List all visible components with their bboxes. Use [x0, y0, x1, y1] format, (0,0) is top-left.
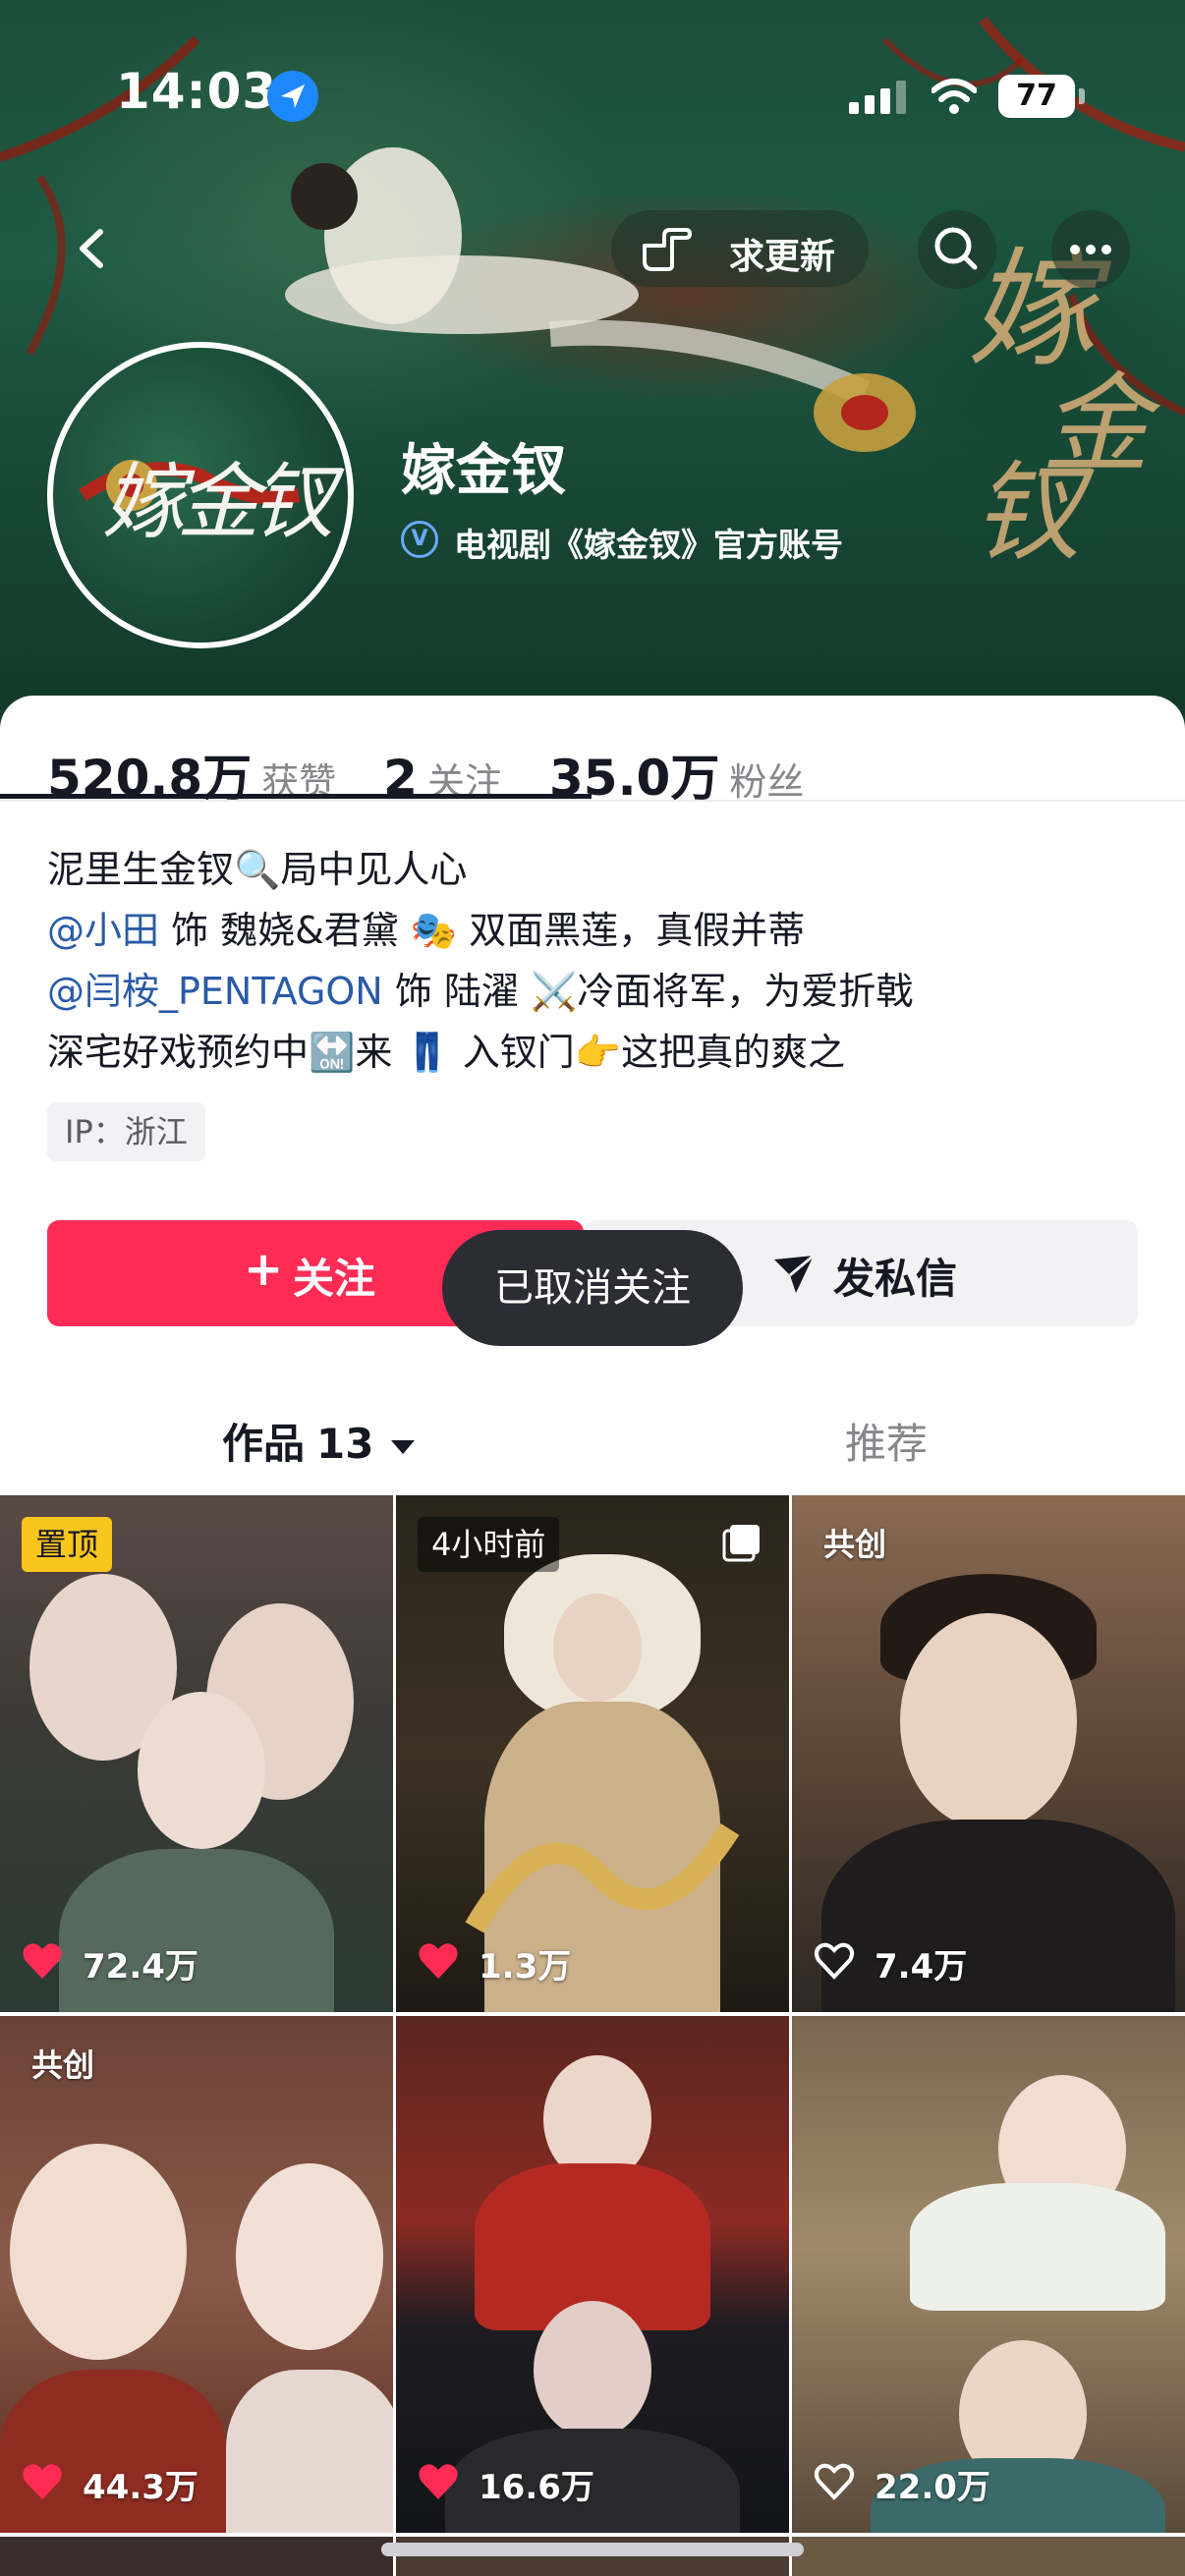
- home-indicator[interactable]: [381, 2543, 804, 2556]
- tab-recommend[interactable]: 推荐: [845, 1411, 928, 1471]
- heart-filled-icon: [23, 1943, 62, 1979]
- profile-banner: 嫁 金 钗 14:03 77 求更新 嫁金钗 嫁金钗 V 电视剧《嫁金钗》官方账…: [0, 0, 1185, 747]
- verified-badge-icon: V: [401, 521, 438, 558]
- thumbnail-figure: [553, 1594, 642, 1702]
- send-icon: [774, 1254, 815, 1293]
- thumbnail-figure: [10, 2144, 187, 2360]
- bio-line: @小田 饰 魏娆&君黛 🎭 双面黑莲，真假并蒂: [47, 900, 1148, 961]
- unfollow-toast: 已取消关注: [442, 1230, 743, 1346]
- caret-down-icon: [391, 1439, 416, 1454]
- thumbnail-figure: [910, 2183, 1165, 2311]
- thumbnail-figure: [138, 1692, 265, 1849]
- ellipsis-icon: [1070, 245, 1111, 254]
- search-icon: [934, 227, 978, 270]
- posted-time-badge: 4小时前: [418, 1517, 560, 1572]
- status-time: 14:03: [116, 63, 278, 120]
- video-tile[interactable]: 共创 7.4万: [792, 1495, 1185, 2012]
- like-number: 1.3万: [479, 1947, 572, 1987]
- profile-name: 嫁金钗: [401, 439, 566, 503]
- bio-text: 饰 陆濯 ⚔️冷面将军，为爱折戟: [382, 970, 914, 1013]
- video-grid: 置顶 72.4万 4小时前 1.3万 共创 7.4万 共创 44.3万 16.6…: [0, 1495, 1185, 2576]
- like-number: 44.3万: [83, 2468, 198, 2507]
- like-number: 16.6万: [479, 2468, 594, 2507]
- thumbnail-lettering: [465, 1823, 740, 1933]
- wifi-icon: [931, 79, 977, 114]
- battery-tip: [1079, 88, 1085, 104]
- video-tile[interactable]: [0, 2537, 393, 2576]
- video-tile[interactable]: 置顶 72.4万: [0, 1495, 393, 2012]
- status-bar: 14:03 77: [0, 0, 1185, 187]
- collab-badge: 共创: [31, 2046, 95, 2084]
- bio-line: 泥里生金钗🔍局中见人心: [47, 848, 468, 891]
- send-message-label: 发私信: [833, 1255, 958, 1303]
- bio-line: @闫桉_PENTAGON 饰 陆濯 ⚔️冷面将军，为爱折戟: [47, 961, 1148, 1022]
- search-button[interactable]: [918, 210, 996, 289]
- back-button[interactable]: [59, 214, 128, 283]
- video-tile[interactable]: 共创 44.3万: [0, 2016, 393, 2533]
- mention-link[interactable]: @小田: [47, 909, 159, 952]
- verification-text: 电视剧《嫁金钗》官方账号: [454, 526, 843, 564]
- heart-filled-icon: [419, 1943, 458, 1979]
- followers-label[interactable]: 粉丝: [729, 760, 804, 804]
- thumbnail-figure: [0, 2370, 226, 2533]
- heart-outline-icon: [814, 2463, 855, 2500]
- heart-outline-icon: [814, 1942, 855, 1980]
- video-tile[interactable]: 4小时前 1.3万: [396, 1495, 789, 2012]
- battery-indicator: 77: [998, 75, 1075, 118]
- bio-line: 深宅好戏预约中🔛来 👖 入钗门👉这把真的爽之: [47, 1031, 846, 1074]
- svg-text:钗: 钗: [973, 450, 1095, 576]
- tab-works-count: 13: [316, 1420, 374, 1468]
- pointing-hand-icon: [643, 228, 692, 271]
- tab-works-label: 作品: [222, 1420, 306, 1468]
- thumbnail-figure: [534, 2301, 651, 2438]
- chevron-left-icon: [80, 229, 103, 268]
- active-tab-indicator: [0, 794, 592, 799]
- thumbnail-figure: [900, 1613, 1077, 1829]
- video-tile[interactable]: 22.0万: [792, 2016, 1185, 2533]
- avatar-calligraphy: 嫁金钗: [102, 454, 334, 550]
- more-options-button[interactable]: [1051, 210, 1130, 289]
- top-nav: 求更新: [0, 187, 1185, 305]
- heart-filled-icon: [419, 2464, 458, 2499]
- request-update-label: 求更新: [729, 237, 836, 277]
- collab-badge: 共创: [823, 1526, 887, 1563]
- bio-text: 饰 魏娆&君黛 🎭 双面黑莲，真假并蒂: [159, 909, 806, 952]
- location-arrow-icon: [267, 71, 318, 122]
- tab-works[interactable]: 作品 13: [222, 1411, 416, 1471]
- video-tile[interactable]: 16.6万: [396, 2016, 789, 2533]
- mention-link[interactable]: @闫桉_PENTAGON: [47, 970, 383, 1013]
- content-tabs: 作品 13 推荐: [0, 1381, 1185, 1499]
- request-update-button[interactable]: 求更新: [611, 210, 869, 287]
- pinned-badge: 置顶: [22, 1517, 113, 1572]
- avatar[interactable]: 嫁金钗: [47, 342, 354, 648]
- follow-label: 关注: [293, 1255, 376, 1303]
- thumbnail-figure: [226, 2370, 393, 2533]
- video-tile[interactable]: [792, 2537, 1185, 2576]
- like-number: 22.0万: [875, 2468, 990, 2507]
- thumbnail-figure: [59, 1849, 334, 2012]
- cellular-signal-icon: [849, 81, 906, 114]
- like-number: 72.4万: [83, 1947, 198, 1987]
- thumbnail-figure: [236, 2163, 383, 2350]
- heart-filled-icon: [23, 2464, 62, 2499]
- multi-image-icon: [722, 1525, 760, 1562]
- plus-icon: +: [244, 1242, 284, 1297]
- ip-location-tag: IP：浙江: [47, 1102, 205, 1161]
- profile-bio: 泥里生金钗🔍局中见人心 @小田 饰 魏娆&君黛 🎭 双面黑莲，真假并蒂 @闫桉_…: [47, 839, 1148, 1083]
- tab-divider: [0, 800, 1185, 802]
- like-number: 7.4万: [875, 1947, 968, 1987]
